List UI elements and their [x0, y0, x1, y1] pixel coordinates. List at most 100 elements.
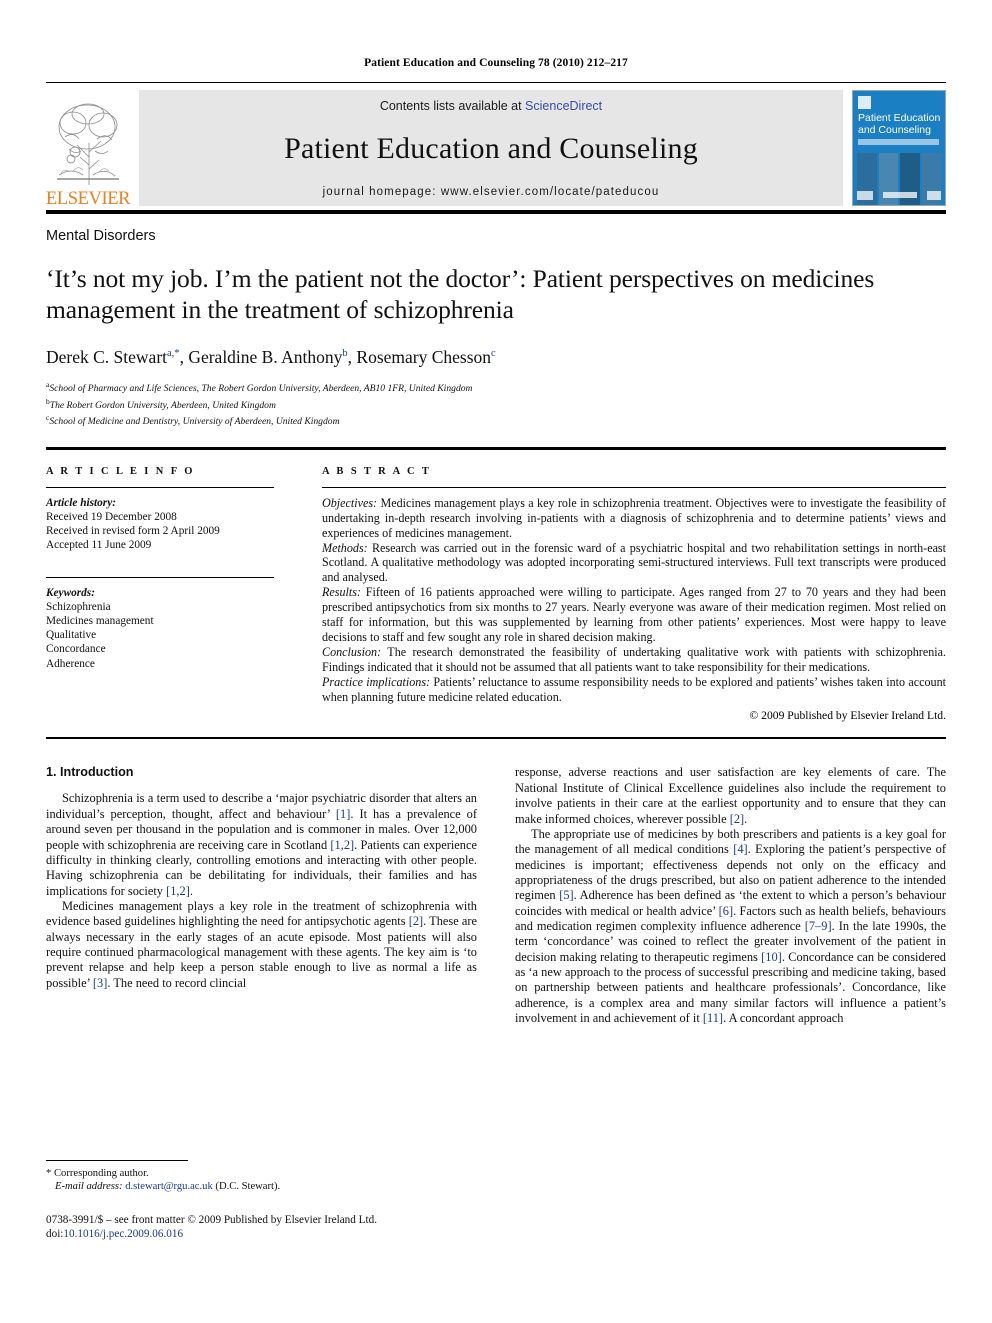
article-history-block: Article history: Received 19 December 20…	[46, 496, 274, 553]
body-paragraph: The appropriate use of medicines by both…	[515, 827, 946, 1026]
citation-reference[interactable]: [10]	[761, 950, 782, 964]
keyword-item: Qualitative	[46, 629, 97, 642]
body-paragraph-text: Medicines management plays a key role in…	[46, 898, 477, 990]
cover-artwork: Patient Education and Counseling	[853, 91, 945, 205]
author-1: Derek C. Stewarta,*	[46, 347, 180, 367]
journal-article-page: Patient Education and Counseling 78 (201…	[0, 0, 992, 1323]
cover-elsevier-mark-icon	[858, 96, 871, 109]
citation-reference[interactable]: [1,2]	[330, 838, 354, 852]
email-link[interactable]: d.stewart@rgu.ac.uk	[125, 1181, 213, 1192]
article-history-label: Article history:	[46, 496, 116, 509]
abstract-heading: A B S T R A C T	[322, 465, 432, 477]
citation-reference[interactable]: [1,2]	[166, 884, 190, 898]
author-3: Rosemary Chessonc	[356, 347, 495, 367]
elsevier-logo: ELSEVIER	[46, 88, 130, 210]
email-line: E-mail address: d.stewart@rgu.ac.uk (D.C…	[46, 1180, 477, 1193]
citation-reference[interactable]: [11]	[703, 1011, 723, 1025]
author-2-name: Geraldine B. Anthony	[188, 347, 343, 367]
author-1-marks[interactable]: a,*	[167, 348, 180, 359]
affiliation-c-text: School of Medicine and Dentistry, Univer…	[49, 416, 340, 428]
corresponding-author-mark: *	[46, 1168, 52, 1179]
abstract-text-results: Fifteen of 16 patients approached were w…	[322, 585, 946, 644]
body-paragraph: Medicines management plays a key role in…	[46, 899, 477, 991]
affiliation-list: aSchool of Pharmacy and Life Sciences, T…	[46, 379, 946, 429]
issn-front-matter-line: 0738-3991/$ – see front matter © 2009 Pu…	[46, 1214, 378, 1226]
abstract-section-practice-implications: Practice implications: Patients’ relucta…	[322, 675, 946, 705]
journal-masthead: ELSEVIER Contents lists available at Sci…	[46, 83, 946, 210]
email-label: E-mail address:	[55, 1181, 123, 1193]
citation-reference[interactable]: [6]	[719, 904, 733, 918]
cover-subtitle-bar	[858, 139, 939, 145]
journal-homepage-link[interactable]: journal homepage: www.elsevier.com/locat…	[323, 186, 660, 198]
column-gap	[274, 466, 322, 723]
cover-logo-right-icon	[927, 190, 941, 200]
citation-reference[interactable]: [3]	[93, 976, 107, 990]
subject-section-label: Mental Disorders	[46, 228, 156, 244]
info-abstract-row: A R T I C L E I N F O Article history: R…	[46, 450, 946, 723]
citation-reference[interactable]: [7–9]	[805, 919, 832, 933]
affiliation-b-text: The Robert Gordon University, Aberdeen, …	[49, 399, 276, 411]
doi-link[interactable]: 10.1016/j.pec.2009.06.016	[63, 1228, 183, 1240]
contents-available-line: Contents lists available at ScienceDirec…	[380, 99, 602, 113]
body-paragraph-text: response, adverse reactions and user sat…	[515, 765, 946, 826]
author-list: Derek C. Stewarta,*, Geraldine B. Anthon…	[46, 347, 946, 368]
abstract-text-objectives: Medicines management plays a key role in…	[322, 495, 946, 540]
author-2: Geraldine B. Anthonyb	[188, 347, 347, 367]
elsevier-wordmark: ELSEVIER	[45, 188, 131, 209]
body-paragraph: Schizophrenia is a term used to describe…	[46, 791, 477, 898]
doi-label: doi:	[46, 1228, 64, 1241]
author-3-name: Rosemary Chesson	[356, 347, 492, 367]
abstract-body: Objectives: Medicines management plays a…	[322, 496, 946, 705]
keywords-divider	[46, 576, 274, 578]
affiliation-a: aSchool of Pharmacy and Life Sciences, T…	[46, 379, 946, 396]
corresponding-author-note: * Corresponding author. E-mail address: …	[46, 1167, 477, 1194]
section-heading-introduction: 1. Introduction	[46, 765, 134, 780]
page-title: ‘It’s not my job. I’m the patient not th…	[46, 264, 875, 324]
keyword-item: Concordance	[46, 643, 106, 656]
keyword-item: Medicines management	[46, 615, 154, 627]
cover-footer-logos	[857, 189, 941, 201]
doi-line: doi:10.1016/j.pec.2009.06.016	[46, 1227, 546, 1241]
abstract-section-objectives: Objectives: Medicines management plays a…	[322, 496, 946, 541]
abstract-label-objectives: Objectives:	[322, 495, 378, 510]
keyword-item: Schizophrenia	[46, 600, 111, 613]
abstract-column: A B S T R A C T Objectives: Medicines ma…	[322, 465, 946, 722]
affiliation-c: cSchool of Medicine and Dentistry, Unive…	[46, 412, 946, 429]
keywords-label: Keywords:	[46, 586, 95, 599]
citation-reference[interactable]: [2]	[409, 914, 423, 928]
corresponding-author-line: * Corresponding author.	[46, 1167, 477, 1180]
citation-reference[interactable]: [1]	[336, 807, 350, 821]
article-info-divider	[46, 486, 274, 488]
cover-title: Patient Education and Counseling	[858, 112, 941, 136]
article-history-received: Received 19 December 2008	[46, 510, 177, 523]
citation-reference[interactable]: [4]	[733, 842, 747, 856]
author-1-name: Derek C. Stewart	[46, 347, 168, 367]
journal-cover-thumbnail[interactable]: Patient Education and Counseling	[852, 90, 946, 206]
citation-reference[interactable]: [5]	[559, 888, 573, 902]
body-paragraph-text: Schizophrenia is a term used to describe…	[46, 791, 477, 898]
abstract-label-practice: Practice implications:	[322, 674, 431, 689]
cover-title-line2: and Counseling	[858, 123, 931, 136]
author-sep-1: ,	[179, 347, 189, 367]
abstract-section-methods: Methods: Research was carried out in the…	[322, 541, 946, 586]
keyword-item: Adherence	[46, 657, 95, 670]
abstract-label-results: Results:	[322, 585, 361, 600]
footnote-rule	[46, 1160, 188, 1161]
running-head: Patient Education and Counseling 78 (201…	[364, 57, 628, 69]
author-3-marks[interactable]: c	[491, 348, 496, 359]
body-paragraph: response, adverse reactions and user sat…	[515, 765, 946, 826]
cover-logo-center-icon	[883, 192, 917, 198]
article-history-accepted: Accepted 11 June 2009	[46, 539, 152, 552]
abstract-label-conclusion: Conclusion:	[322, 644, 382, 659]
email-owner: (D.C. Stewart).	[215, 1181, 281, 1193]
cover-title-line1: Patient Education	[858, 112, 941, 124]
affiliation-a-text: School of Pharmacy and Life Sciences, Th…	[49, 383, 473, 395]
keywords-block: Keywords: Schizophrenia Medicines manage…	[46, 586, 274, 671]
citation-reference[interactable]: [2]	[730, 812, 744, 826]
abstract-label-methods: Methods:	[322, 540, 368, 555]
abstract-divider	[322, 486, 946, 488]
cover-logo-left-icon	[857, 190, 873, 200]
abstract-section-conclusion: Conclusion: The research demonstrated th…	[322, 645, 946, 675]
sciencedirect-link[interactable]: ScienceDirect	[525, 99, 602, 113]
footnote-block: * Corresponding author. E-mail address: …	[46, 1160, 477, 1194]
